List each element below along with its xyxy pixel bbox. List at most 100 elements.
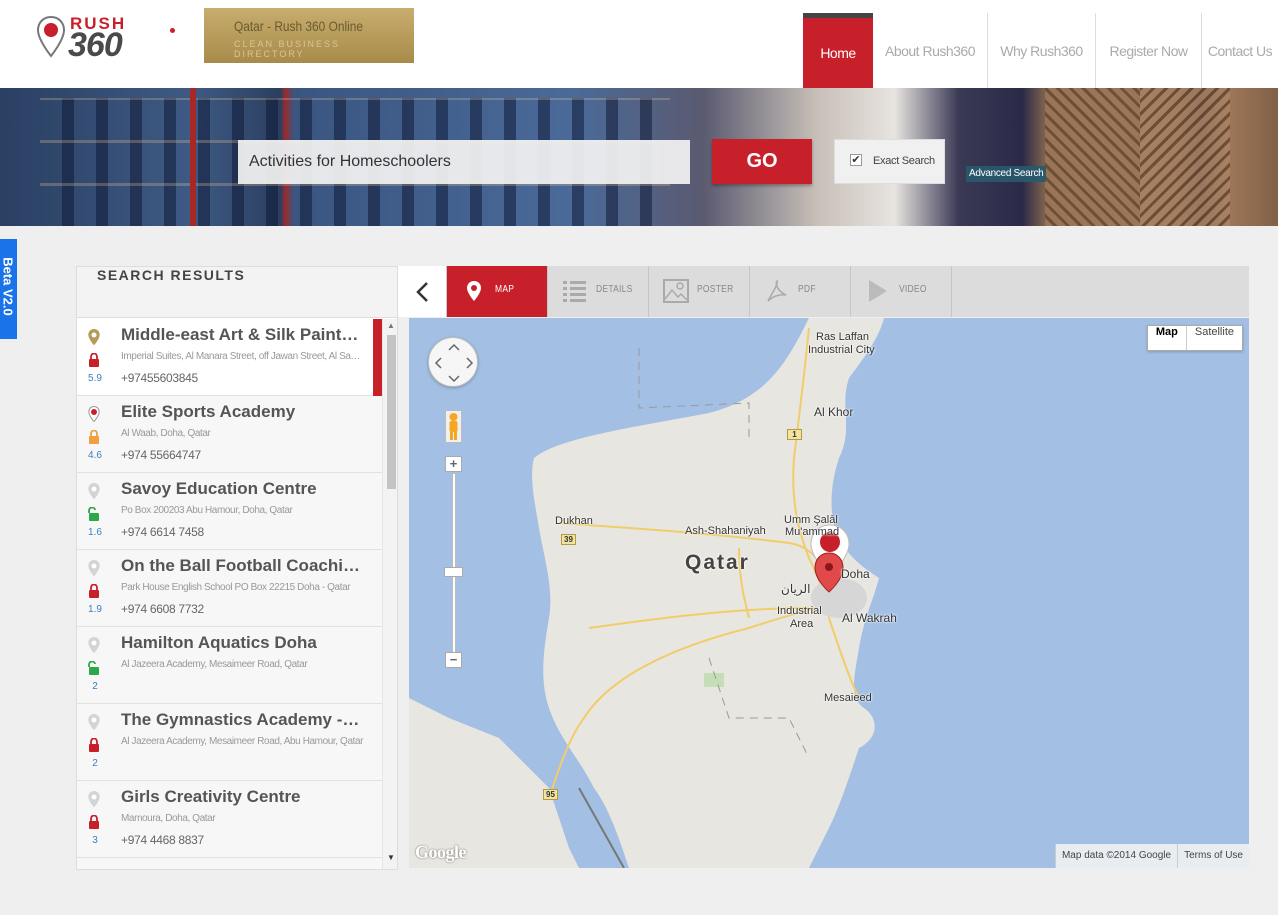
location-pin-icon — [88, 560, 100, 576]
beta-label: Beta V2.0 — [0, 257, 16, 316]
map-label-industrial: Industrial — [777, 605, 822, 617]
result-name[interactable]: On the Ball Football Coaching — [121, 556, 361, 576]
map-data-credit: Map data ©2014 Google — [1054, 844, 1178, 868]
scroll-up-icon[interactable]: ▲ — [387, 321, 395, 330]
pan-control[interactable] — [428, 337, 478, 387]
result-item[interactable]: 2 Hamilton Aquatics Doha Al Jazeera Academ… — [77, 627, 382, 704]
location-pin-icon — [88, 637, 100, 653]
tab-video-label: VIDEO — [899, 284, 927, 295]
tab-map-label: MAP — [495, 284, 515, 295]
result-address: Al Jazeera Academy, Mesaimeer Road, Abu … — [121, 736, 364, 747]
result-name[interactable]: Hamilton Aquatics Doha — [121, 633, 361, 653]
result-score: 2 — [92, 758, 98, 769]
back-button[interactable] — [398, 266, 447, 317]
result-phone: +974 6614 7458 — [121, 525, 204, 539]
zoom-out-button[interactable]: − — [445, 652, 462, 668]
unlock-icon — [88, 661, 99, 675]
main-nav: Home About Rush360 Why Rush360 Register … — [803, 13, 1278, 88]
pdf-icon — [767, 279, 787, 302]
result-name[interactable]: Savoy Education Centre — [121, 479, 361, 499]
site-header: RUSH 360 Qatar - Rush 360 Online CLEAN B… — [0, 0, 1278, 88]
search-results-panel: SEARCH RESULTS 5.9 Middle-east Art & Silk… — [76, 266, 398, 870]
result-item[interactable]: 2 The Gymnastics Academy - Doha Al Jazeera… — [77, 704, 382, 781]
advanced-search-link[interactable]: Advanced Search — [966, 166, 1047, 182]
nav-why[interactable]: Why Rush360 — [988, 13, 1096, 88]
result-item[interactable]: 5.9 Middle-east Art & Silk Painting Imperi… — [77, 319, 382, 396]
nav-home[interactable]: Home — [803, 13, 873, 88]
play-icon — [869, 280, 887, 302]
exact-search-checkbox[interactable]: ✔ — [850, 154, 862, 166]
logo-dot — [170, 28, 175, 33]
unlock-icon — [88, 507, 99, 521]
terms-of-use-link[interactable]: Terms of Use — [1177, 844, 1249, 868]
lock-icon — [89, 430, 99, 444]
tab-poster-label: POSTER — [697, 284, 734, 295]
logo-pin-icon — [36, 16, 66, 58]
result-score: 1.6 — [88, 527, 102, 538]
result-address: Park House English School PO Box 22215 D… — [121, 582, 351, 593]
zoom-slider-handle[interactable] — [444, 567, 463, 577]
beta-feedback-tab[interactable]: Beta V2.0 — [0, 239, 17, 339]
view-tabs: MAP DETAILS POSTER PDF VIDEO — [398, 266, 1249, 317]
zoom-in-button[interactable]: + — [445, 456, 462, 472]
result-phone: +974 4468 8837 — [121, 833, 204, 847]
nav-about[interactable]: About Rush360 — [873, 13, 988, 88]
result-score: 1.9 — [88, 604, 102, 615]
location-pin-icon — [88, 714, 100, 730]
exact-search-toggle[interactable]: ✔ Exact Search — [834, 139, 945, 184]
lock-icon — [89, 815, 99, 829]
result-score: 4.6 — [88, 450, 102, 461]
map-type-control: Map Satellite — [1146, 325, 1243, 351]
map-type-satellite-button[interactable]: Satellite — [1187, 326, 1242, 350]
tab-map[interactable]: MAP — [447, 266, 548, 317]
map-view[interactable]: Ras Laffan Industrial City Al Khor Dukha… — [409, 318, 1249, 868]
scroll-thumb[interactable] — [387, 335, 396, 489]
tab-pdf-label: PDF — [798, 284, 816, 295]
google-logo[interactable]: Google — [415, 842, 467, 863]
go-button[interactable]: GO — [712, 139, 812, 184]
map-type-map-button[interactable]: Map — [1148, 326, 1187, 350]
tab-poster[interactable]: POSTER — [649, 266, 750, 317]
result-score: 2 — [92, 681, 98, 692]
exact-search-label: Exact Search — [873, 155, 935, 167]
result-item-partial[interactable] — [77, 858, 382, 869]
tagline-banner: Qatar - Rush 360 Online CLEAN BUSINESS D… — [204, 8, 414, 63]
nav-register[interactable]: Register Now — [1096, 13, 1202, 88]
map-label-rayyan: الريان — [781, 582, 811, 596]
location-pin-icon — [88, 329, 100, 345]
nav-contact[interactable]: Contact Us — [1202, 13, 1278, 88]
tab-details-label: DETAILS — [596, 284, 633, 295]
result-item[interactable]: 3 Girls Creativity Centre Mamoura, Doha, Q… — [77, 781, 382, 858]
result-item[interactable]: 4.6 Elite Sports Academy Al Waab, Doha, Qa… — [77, 396, 382, 473]
zoom-slider-track[interactable] — [452, 473, 456, 653]
banner-divider — [190, 88, 196, 226]
tab-pdf[interactable]: PDF — [750, 266, 851, 317]
map-label-doha: Doha — [841, 567, 870, 581]
road-shield-95: 95 — [543, 789, 558, 800]
tab-details[interactable]: DETAILS — [548, 266, 649, 317]
results-scrollbar[interactable]: ▲ ▼ — [382, 319, 397, 869]
result-name[interactable]: The Gymnastics Academy - Doha — [121, 710, 361, 730]
result-name[interactable]: Girls Creativity Centre — [121, 787, 361, 807]
result-item[interactable]: 1.9 On the Ball Football Coaching Park Hou… — [77, 550, 382, 627]
banner-tower-right — [1140, 88, 1230, 226]
scroll-down-icon[interactable]: ▼ — [387, 853, 395, 862]
result-address: Al Waab, Doha, Qatar — [121, 428, 211, 439]
logo-text-360: 360 — [68, 26, 123, 64]
result-score: 3 — [92, 835, 98, 846]
map-pin-icon — [467, 281, 481, 301]
lock-icon — [89, 584, 99, 598]
rush360-logo[interactable]: RUSH 360 — [36, 14, 176, 64]
street-view-pegman-icon[interactable] — [445, 410, 462, 443]
banner-tower-left — [1045, 88, 1140, 226]
search-input[interactable] — [238, 140, 690, 184]
result-name[interactable]: Elite Sports Academy — [121, 402, 361, 422]
map-canvas[interactable] — [409, 318, 1249, 868]
map-label-mesaieed: Mesaieed — [824, 692, 872, 704]
result-name[interactable]: Middle-east Art & Silk Painting — [121, 325, 361, 345]
pan-arrows-icon — [434, 343, 474, 383]
map-label-umm-salal: Umm Şalāl — [784, 514, 838, 526]
tab-video[interactable]: VIDEO — [851, 266, 952, 317]
map-label-country: Qatar — [685, 551, 750, 574]
result-item[interactable]: 1.6 Savoy Education Centre Po Box 200203 A… — [77, 473, 382, 550]
